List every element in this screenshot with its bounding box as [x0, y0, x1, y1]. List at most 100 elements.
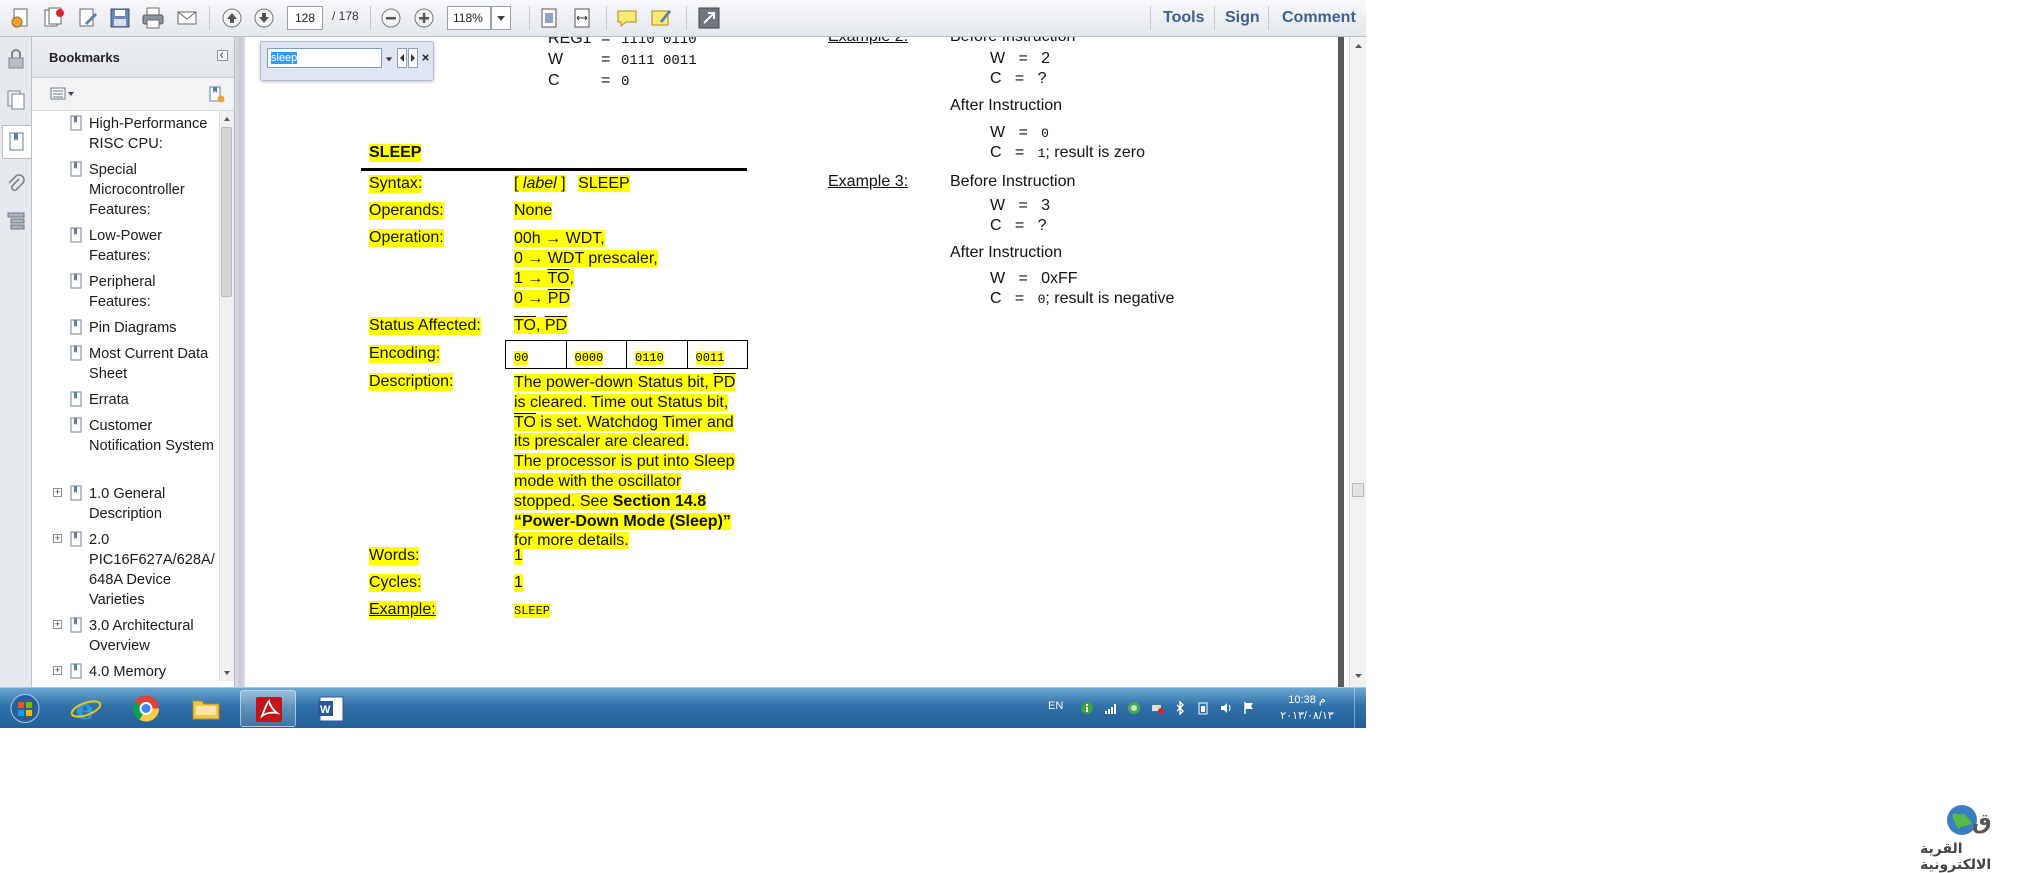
page-thumbnails-icon[interactable] [4, 88, 28, 112]
register-label: W [548, 51, 564, 68]
separator [1150, 6, 1151, 30]
previous-page-icon[interactable] [219, 5, 245, 31]
internet-explorer-taskbar-button[interactable]: e [58, 690, 114, 727]
example-line: W = 3 [990, 197, 1051, 214]
collapse-panel-button[interactable] [217, 50, 228, 61]
separator [1268, 6, 1269, 30]
scrollbar-thumb[interactable] [221, 127, 232, 297]
combine-files-icon[interactable] [40, 5, 66, 31]
triangle-left-icon [400, 54, 404, 62]
adobe-reader-taskbar-button[interactable] [240, 690, 296, 727]
encoding-cell: 0011 [695, 351, 725, 365]
syntax-label: Syntax: [369, 175, 423, 193]
find-input[interactable]: sleep [267, 48, 382, 68]
options-dropdown-button[interactable] [50, 87, 76, 101]
scroll-down-icon[interactable] [220, 666, 234, 680]
expand-icon[interactable]: + [53, 534, 62, 543]
expand-icon[interactable]: + [53, 666, 62, 675]
close-find-icon[interactable] [421, 53, 430, 62]
clock-time: 10:38 م [1288, 694, 1326, 706]
action-center-tray-icon[interactable] [1242, 701, 1256, 715]
bookmarks-panel: Bookmarks High-Performance RISC CPU: Spec… [32, 37, 234, 687]
clock[interactable]: 10:38 م ٢٠١٣/٠٨/١٣ [1272, 692, 1342, 724]
example-line: W = 2 [990, 50, 1051, 67]
register-block: REG1 = 1110 0110 W = 0111 0011 C = 0 [548, 37, 697, 92]
bookmark-icon [70, 319, 82, 335]
operation-line: 0 → WDT prescaler, [514, 250, 658, 267]
globe-logo-icon: ق [1947, 805, 1992, 835]
save-icon[interactable] [107, 5, 133, 31]
info-tray-icon[interactable] [1080, 701, 1094, 715]
scroll-down-icon[interactable] [1350, 669, 1366, 683]
start-button[interactable] [0, 690, 50, 727]
language-indicator[interactable]: EN [1048, 700, 1063, 712]
page-number-input[interactable]: 128 [287, 6, 323, 30]
scroll-up-icon[interactable] [220, 112, 234, 126]
description-value: The power-down Status bit, PD is cleared… [514, 374, 736, 550]
power-tray-icon[interactable] [1196, 701, 1210, 715]
operation-line: 0 → PD [514, 290, 571, 307]
operation-line: 00h → WDT, [514, 230, 605, 247]
bluetooth-tray-icon[interactable] [1173, 701, 1187, 715]
explorer-taskbar-button[interactable] [178, 690, 234, 727]
document-scrollbar[interactable] [1349, 37, 1366, 687]
network-tray-icon[interactable] [1127, 701, 1141, 715]
chrome-taskbar-button[interactable] [118, 690, 174, 727]
section-reference[interactable]: Section 14.8 [613, 493, 706, 510]
edit-pdf-icon[interactable] [75, 5, 101, 31]
bookmark-icon [70, 273, 82, 289]
separator [209, 6, 210, 30]
windows-taskbar: e W EN 10:38 م ٢٠١٣/٠٨/١٣ [0, 687, 1366, 728]
show-desktop-button[interactable] [1354, 688, 1366, 728]
usb-tray-icon[interactable] [1150, 701, 1164, 715]
scrollbar-thumb[interactable] [1352, 483, 1364, 497]
attachments-icon[interactable] [4, 173, 28, 197]
example-line: C = ? [990, 70, 1047, 87]
encoding-table: 00 0000 0110 0011 [505, 340, 748, 369]
add-bookmark-icon [209, 86, 225, 103]
example2-label[interactable]: Example 2: [828, 37, 908, 46]
create-pdf-icon[interactable] [8, 5, 34, 31]
panel-splitter[interactable] [234, 37, 245, 687]
windows-logo-icon [10, 694, 40, 723]
expand-icon[interactable]: + [53, 488, 62, 497]
expand-icon[interactable]: + [53, 620, 62, 629]
fit-width-icon[interactable] [569, 5, 595, 31]
section-title-reference[interactable]: “Power-Down Mode (Sleep)” [514, 513, 731, 530]
after-instruction-label: After Instruction [950, 97, 1063, 114]
zoom-in-icon[interactable] [411, 5, 437, 31]
list-options-icon [50, 87, 74, 100]
operation-label: Operation: [369, 229, 444, 247]
tools-button[interactable]: Tools [1163, 9, 1204, 27]
example3-label[interactable]: Example 3: [828, 173, 908, 191]
lock-icon[interactable] [4, 47, 28, 71]
email-icon[interactable] [174, 5, 200, 31]
sign-button[interactable]: Sign [1225, 9, 1260, 27]
zoom-level-input[interactable]: 118% [447, 6, 491, 30]
find-options-dropdown[interactable] [385, 55, 393, 63]
fit-page-icon[interactable] [536, 5, 562, 31]
next-page-icon[interactable] [251, 5, 277, 31]
chevron-left-icon [219, 52, 224, 58]
volume-tray-icon[interactable] [1219, 701, 1233, 715]
new-bookmark-button[interactable] [207, 85, 225, 103]
comment-button[interactable]: Comment [1282, 9, 1356, 27]
example-link[interactable]: Example: [369, 601, 436, 619]
zoom-dropdown-button[interactable] [491, 6, 511, 30]
print-icon[interactable] [140, 5, 166, 31]
expand-icon[interactable] [696, 5, 722, 31]
bookmark-scrollbar[interactable] [219, 111, 234, 681]
zoom-out-icon[interactable] [378, 5, 404, 31]
scroll-up-icon[interactable] [1350, 39, 1366, 53]
layers-icon[interactable] [4, 209, 28, 233]
find-previous-button[interactable] [397, 48, 407, 68]
bookmark-icon [70, 227, 82, 243]
highlight-text-icon[interactable] [648, 5, 674, 31]
find-next-button[interactable] [408, 48, 418, 68]
signal-tray-icon[interactable] [1104, 701, 1118, 715]
example-line: C = 1; result is zero [990, 144, 1145, 161]
word-taskbar-button[interactable]: W [303, 690, 359, 727]
find-query-text: sleep [271, 52, 298, 64]
comment-icon[interactable] [614, 5, 640, 31]
bookmarks-tab[interactable] [2, 125, 31, 159]
